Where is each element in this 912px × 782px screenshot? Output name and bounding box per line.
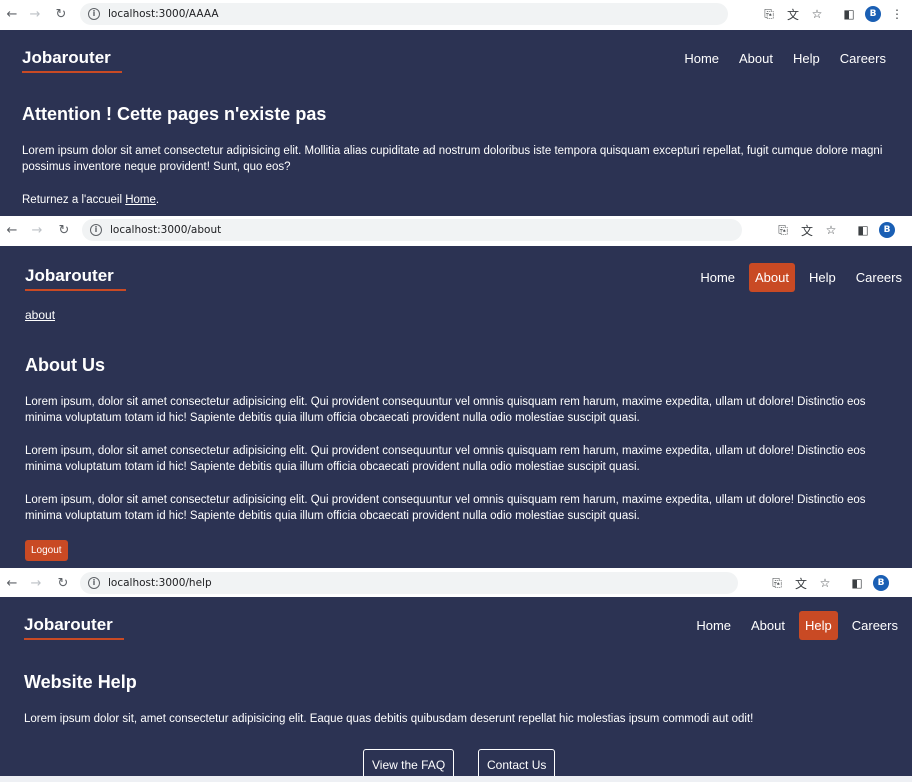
help-text: Lorem ipsum dolor sit, amet consectetur … <box>24 713 754 725</box>
forward-icon[interactable]: → <box>25 572 47 594</box>
profile-button[interactable]: B <box>870 572 892 594</box>
translate-icon[interactable]: 文 <box>796 219 818 241</box>
error-text: Lorem ipsum dolor sit amet consectetur a… <box>22 145 883 173</box>
page-title: About Us <box>25 355 105 375</box>
address-bar[interactable]: i localhost:3000/AAAA <box>80 3 728 25</box>
return-prefix: Returnez a l'accueil <box>22 194 122 206</box>
reload-icon[interactable]: ↻ <box>50 3 72 25</box>
nav-about[interactable]: About <box>749 263 795 292</box>
address-bar[interactable]: i localhost:3000/help <box>80 572 738 594</box>
avatar: B <box>879 222 895 238</box>
toolbar-actions: ⎘ 文 ☆ ◧ B ⋮ <box>756 3 908 25</box>
menu-icon[interactable]: ⋮ <box>886 3 908 25</box>
return-line: Returnez a l'accueil Home. <box>22 192 159 208</box>
browser-window-notfound: ← → ↻ i localhost:3000/AAAA ⎘ 文 ☆ ◧ B ⋮ … <box>0 0 912 216</box>
page-title: Attention ! Cette pages n'existe pas <box>22 104 327 124</box>
forward-icon[interactable]: → <box>26 219 48 241</box>
side-panel-icon[interactable]: ◧ <box>846 572 868 594</box>
nav-help[interactable]: Help <box>803 265 842 290</box>
breadcrumb-about[interactable]: about <box>25 308 55 322</box>
main-nav: Home About Help Careers <box>686 263 908 292</box>
avatar: B <box>865 6 881 22</box>
nav-careers[interactable]: Careers <box>850 265 908 290</box>
install-app-icon[interactable]: ⎘ <box>758 3 780 25</box>
back-icon[interactable]: ← <box>1 3 23 25</box>
toolbar-actions: ⎘ 文 ☆ ◧ B <box>764 572 892 594</box>
address-bar[interactable]: i localhost:3000/about <box>82 219 742 241</box>
browser-toolbar: ← → ↻ i localhost:3000/help ⎘ 文 ☆ ◧ B <box>0 570 912 596</box>
reload-icon[interactable]: ↻ <box>53 219 75 241</box>
info-icon[interactable]: i <box>90 224 102 236</box>
toolbar-actions: ⎘ 文 ☆ ◧ B <box>770 219 898 241</box>
back-icon[interactable]: ← <box>1 572 23 594</box>
about-paragraph: Lorem ipsum, dolor sit amet consectetur … <box>25 396 866 424</box>
profile-button[interactable]: B <box>876 219 898 241</box>
page-title: Website Help <box>24 672 137 692</box>
about-paragraph: Lorem ipsum, dolor sit amet consectetur … <box>25 445 866 473</box>
nav-help[interactable]: Help <box>799 611 838 640</box>
nav-careers[interactable]: Careers <box>834 46 892 71</box>
browser-toolbar: ← → ↻ i localhost:3000/AAAA ⎘ 文 ☆ ◧ B ⋮ <box>0 0 912 28</box>
main-nav: Home About Help Careers <box>670 46 892 71</box>
url-text: localhost:3000/AAAA <box>108 8 219 20</box>
breadcrumb: about <box>25 307 55 323</box>
browser-window-about: ← → ↻ i localhost:3000/about ⎘ 文 ☆ ◧ B J… <box>0 216 912 568</box>
home-link[interactable]: Home <box>125 194 156 206</box>
info-icon[interactable]: i <box>88 577 100 589</box>
browser-window-help: ← → ↻ i localhost:3000/help ⎘ 文 ☆ ◧ B Jo… <box>0 570 912 782</box>
nav-careers[interactable]: Careers <box>846 613 904 638</box>
nav-help[interactable]: Help <box>787 46 826 71</box>
url-text: localhost:3000/help <box>108 577 212 589</box>
page-bottom-edge <box>0 776 912 782</box>
logout-button[interactable]: Logout <box>25 540 68 561</box>
url-text: localhost:3000/about <box>110 224 222 236</box>
brand-underline <box>22 71 122 73</box>
main-nav: Home About Help Careers <box>682 611 904 640</box>
translate-icon[interactable]: 文 <box>782 3 804 25</box>
brand-logo[interactable]: Jobarouter <box>25 266 114 286</box>
app-root: Jobarouter Home About Help Careers Atten… <box>0 30 912 216</box>
info-icon[interactable]: i <box>88 8 100 20</box>
forward-icon[interactable]: → <box>24 3 46 25</box>
return-suffix: . <box>155 194 160 206</box>
reload-icon[interactable]: ↻ <box>52 572 74 594</box>
brand-underline <box>24 638 124 640</box>
app-root: Jobarouter Home About Help Careers about… <box>0 246 912 568</box>
install-app-icon[interactable]: ⎘ <box>772 219 794 241</box>
side-panel-icon[interactable]: ◧ <box>838 3 860 25</box>
brand-underline <box>25 289 126 291</box>
app-root: Jobarouter Home About Help Careers Websi… <box>0 597 912 782</box>
nav-home[interactable]: Home <box>690 613 737 638</box>
install-app-icon[interactable]: ⎘ <box>766 572 788 594</box>
translate-icon[interactable]: 文 <box>790 572 812 594</box>
side-panel-icon[interactable]: ◧ <box>852 219 874 241</box>
star-icon[interactable]: ☆ <box>814 572 836 594</box>
avatar: B <box>873 575 889 591</box>
back-icon[interactable]: ← <box>1 219 23 241</box>
browser-toolbar: ← → ↻ i localhost:3000/about ⎘ 文 ☆ ◧ B <box>0 216 912 244</box>
star-icon[interactable]: ☆ <box>806 3 828 25</box>
nav-home[interactable]: Home <box>678 46 725 71</box>
profile-button[interactable]: B <box>862 3 884 25</box>
nav-about[interactable]: About <box>733 46 779 71</box>
brand-logo[interactable]: Jobarouter <box>24 615 113 635</box>
brand-logo[interactable]: Jobarouter <box>22 48 111 68</box>
nav-home[interactable]: Home <box>694 265 741 290</box>
star-icon[interactable]: ☆ <box>820 219 842 241</box>
nav-about[interactable]: About <box>745 613 791 638</box>
about-paragraph: Lorem ipsum, dolor sit amet consectetur … <box>25 494 866 522</box>
